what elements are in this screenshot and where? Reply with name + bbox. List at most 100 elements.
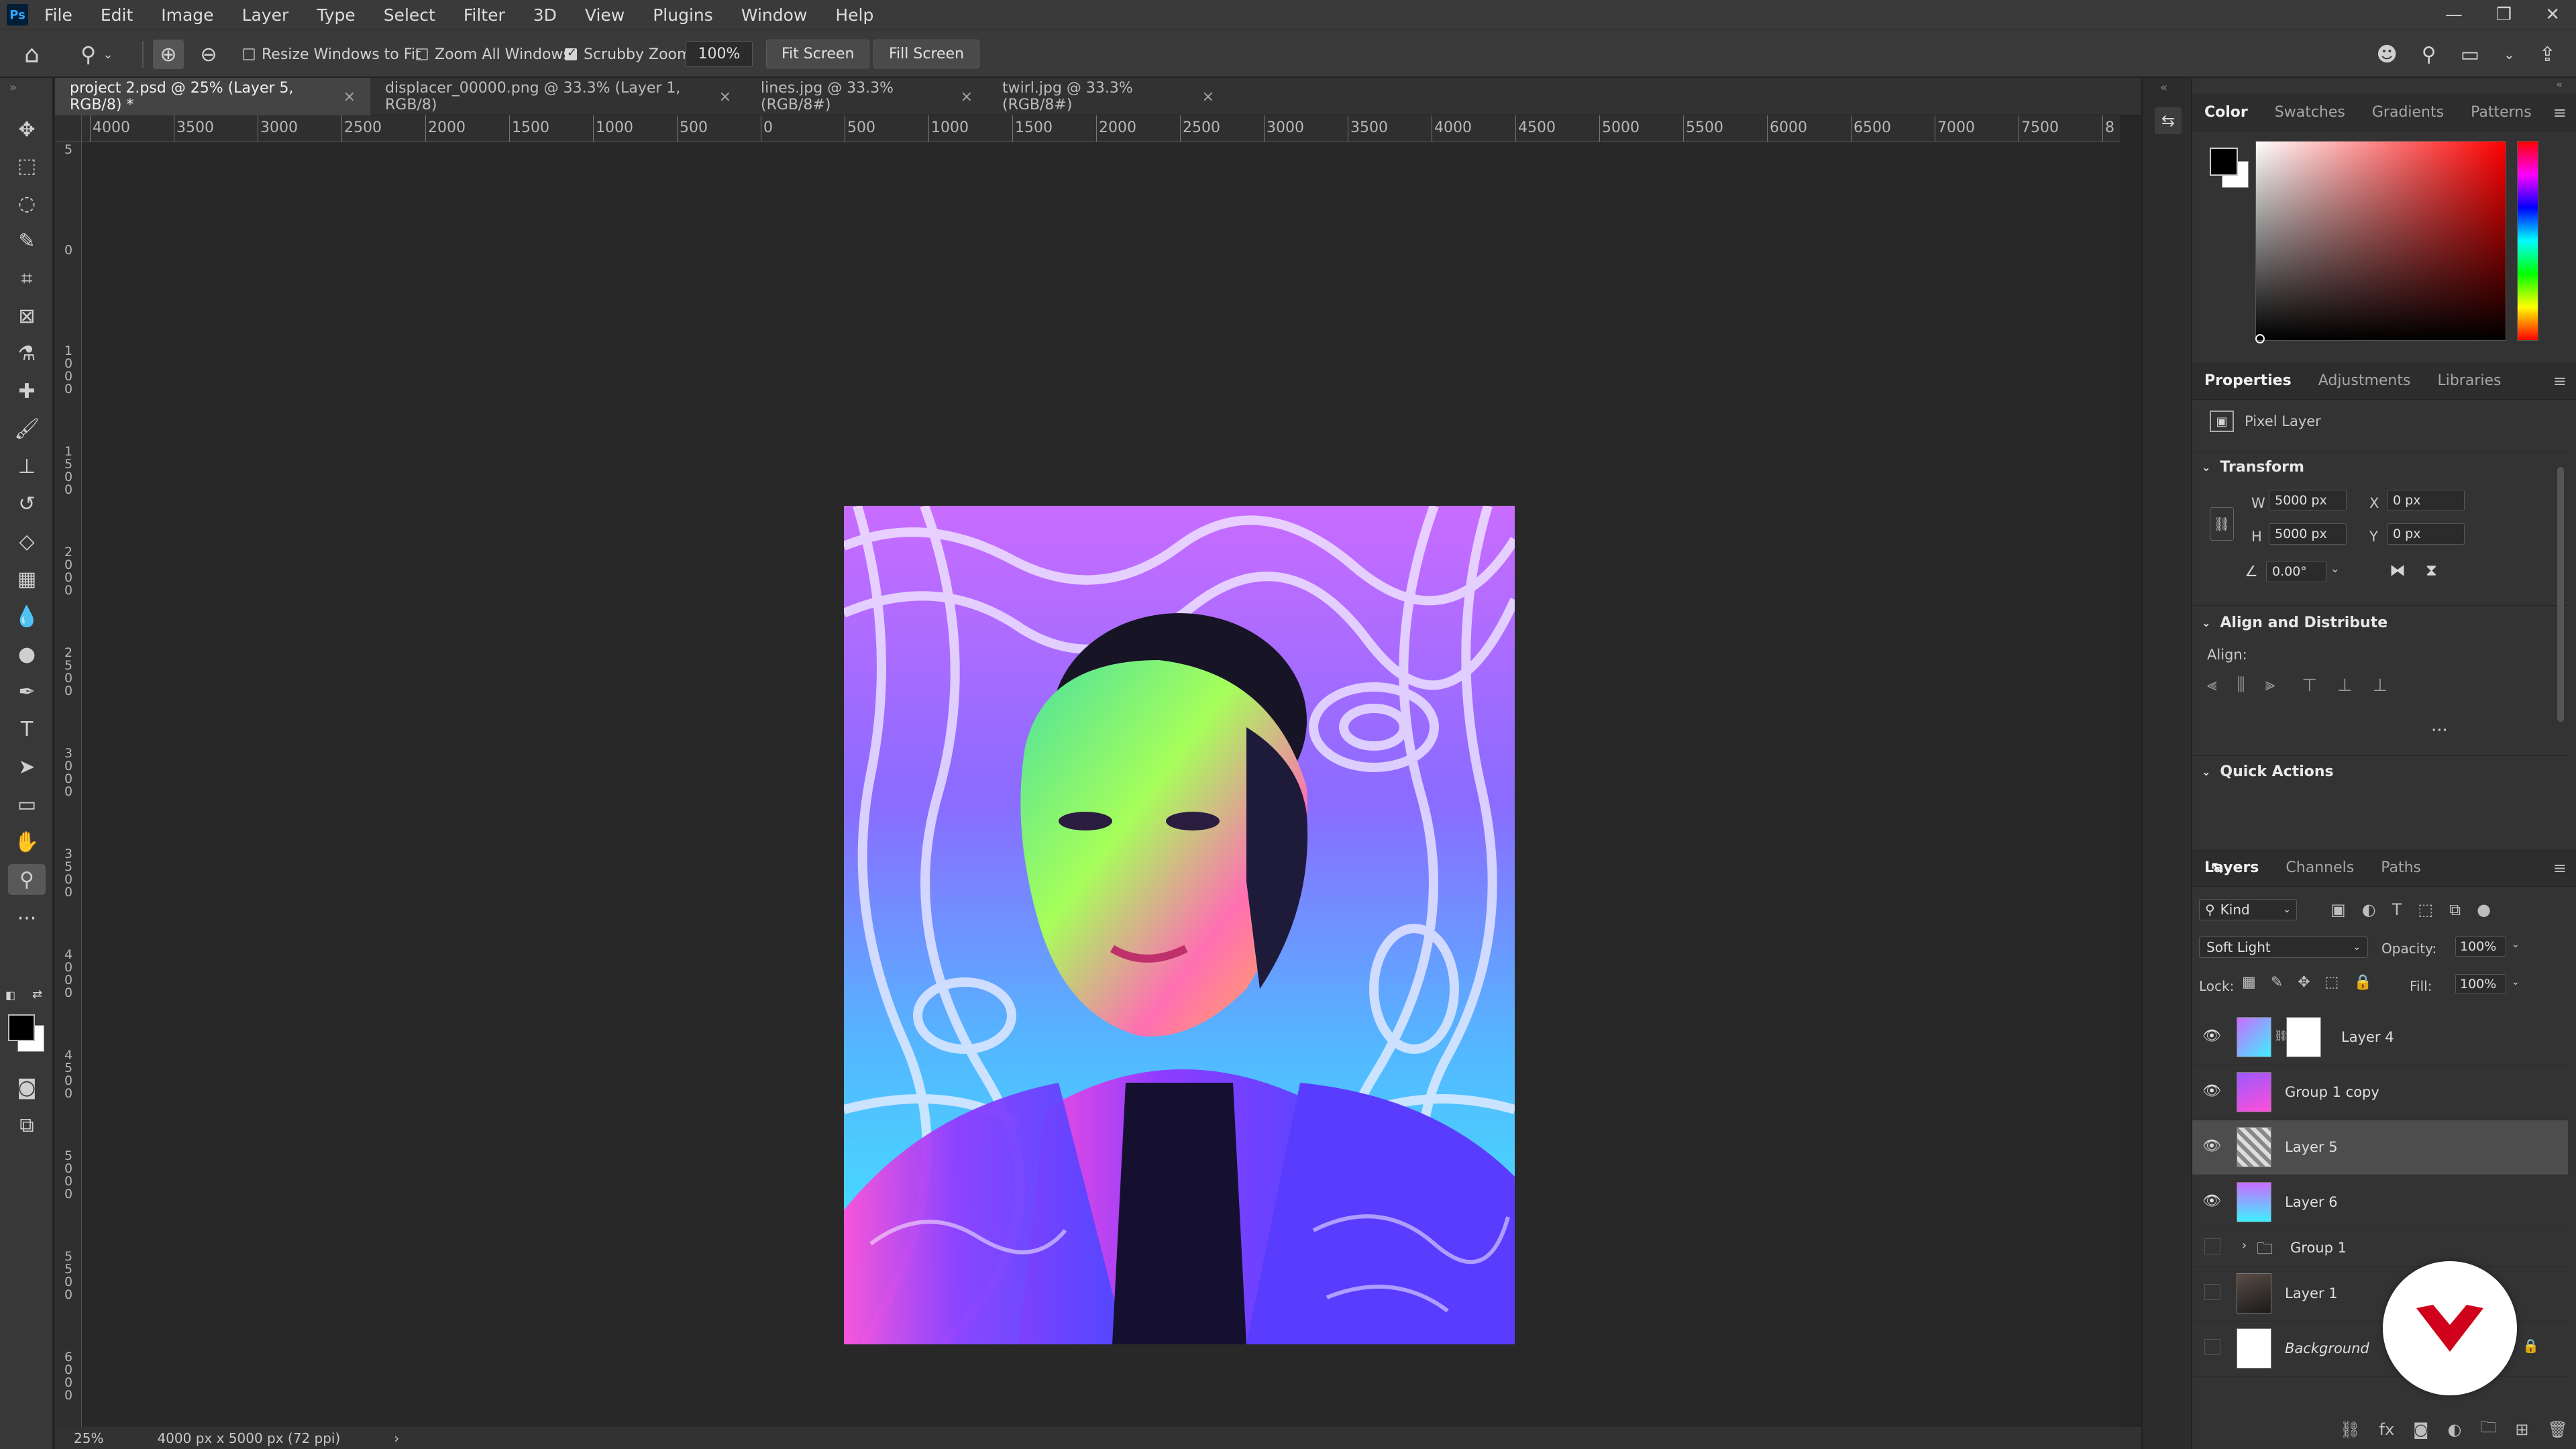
menu-plugins[interactable]: Plugins [653, 5, 713, 25]
tab-gradients[interactable]: Gradients [2372, 104, 2444, 121]
blur-tool-icon[interactable]: 💧 [8, 601, 46, 632]
layer-row-group-1-copy[interactable]: 👁 Group 1 copy [2192, 1065, 2568, 1120]
tab-displacer[interactable]: displacer_00000.png @ 33.3% (Layer 1, RG… [370, 78, 746, 115]
new-layer-icon[interactable]: ⊞ [2515, 1420, 2528, 1439]
tab-color[interactable]: Color [2204, 104, 2248, 121]
more-options-icon[interactable]: ··· [2431, 720, 2448, 741]
x-field[interactable]: 0 px [2387, 490, 2465, 511]
layer-mask-thumbnail[interactable] [2286, 1017, 2321, 1057]
layer-row-layer-6[interactable]: 👁 Layer 6 [2192, 1175, 2568, 1230]
hue-slider[interactable] [2517, 141, 2538, 341]
zoom-out-icon[interactable]: ⊖ [193, 40, 224, 69]
zoom-tool-icon[interactable]: ⚲ [8, 864, 46, 895]
lock-artboard-icon[interactable]: ⬚ [2325, 974, 2339, 991]
lock-all-icon[interactable]: 🔒 [2353, 974, 2371, 991]
default-colors-icon[interactable]: ◧ [5, 989, 15, 1002]
menu-layer[interactable]: Layer [242, 5, 289, 25]
color-foreground-swatch[interactable] [2210, 148, 2238, 176]
eyedropper-tool-icon[interactable]: ⚗ [8, 338, 46, 369]
gradient-tool-icon[interactable]: ▦ [8, 564, 46, 594]
lock-image-icon[interactable]: ✎ [2271, 974, 2283, 991]
chevron-down-icon[interactable]: ⌄ [2504, 46, 2515, 62]
y-field[interactable]: 0 px [2387, 523, 2465, 545]
restore-icon[interactable]: ❐ [2496, 5, 2512, 25]
status-zoom[interactable]: 25% [74, 1430, 103, 1446]
visibility-toggle[interactable] [2204, 1339, 2220, 1355]
path-selection-tool-icon[interactable]: ➤ [8, 751, 46, 782]
menu-help[interactable]: Help [835, 5, 873, 25]
filter-toggle-icon[interactable]: ● [2477, 900, 2491, 919]
resize-windows-checkbox[interactable] [243, 48, 255, 60]
history-panel-icon[interactable]: ⇆ [2155, 107, 2182, 134]
tab-libraries[interactable]: Libraries [2437, 372, 2501, 389]
tab-project-2[interactable]: project 2.psd @ 25% (Layer 5, RGB/8) * × [55, 78, 370, 115]
dodge-tool-icon[interactable]: ● [8, 639, 46, 669]
link-proportions-icon[interactable]: ⛓ [2210, 507, 2234, 541]
pen-tool-icon[interactable]: ✒ [8, 676, 46, 707]
clone-stamp-tool-icon[interactable]: ⊥ [8, 451, 46, 482]
rectangle-tool-icon[interactable]: ▭ [8, 789, 46, 820]
brush-tool-icon[interactable]: 🖌 [8, 413, 46, 444]
close-tab-icon[interactable]: × [343, 89, 356, 105]
flip-vertical-icon[interactable]: ⧗ [2426, 561, 2437, 580]
menu-3d[interactable]: 3D [533, 5, 557, 25]
expand-toolbar-icon[interactable]: » [9, 80, 17, 95]
layer-row-layer-5[interactable]: 👁 Layer 5 [2192, 1120, 2568, 1175]
menu-type[interactable]: Type [317, 5, 355, 25]
menu-edit[interactable]: Edit [101, 5, 133, 25]
crop-tool-icon[interactable]: ⌗ [8, 263, 46, 294]
type-tool-icon[interactable]: T [8, 714, 46, 745]
eye-icon[interactable]: 👁 [2202, 1028, 2222, 1044]
lasso-tool-icon[interactable]: ◌ [8, 188, 46, 219]
layer-row-layer-4[interactable]: 👁 ⛓ Layer 4 [2192, 1010, 2568, 1065]
foreground-color-swatch[interactable] [8, 1014, 35, 1041]
zoom-value-field[interactable]: 100% [686, 41, 753, 67]
menu-image[interactable]: Image [161, 5, 213, 25]
workspace-icon[interactable]: ▭ [2461, 43, 2479, 66]
fill-dropdown-icon[interactable]: ⌄ [2512, 977, 2520, 987]
close-window-icon[interactable]: ✕ [2545, 5, 2560, 25]
color-picker-handle[interactable] [2255, 334, 2265, 343]
fx-icon[interactable]: fx [2379, 1420, 2395, 1439]
layer-row-group-1[interactable]: › 🗀 Group 1 [2192, 1230, 2568, 1267]
link-layers-icon[interactable]: ⛓ [2340, 1420, 2360, 1439]
home-icon[interactable]: ⌂ [24, 30, 40, 78]
properties-scrollbar[interactable] [2557, 467, 2564, 722]
fit-screen-button[interactable]: Fit Screen [766, 40, 870, 68]
edit-toolbar-icon[interactable]: ··· [8, 903, 46, 934]
fill-screen-button[interactable]: Fill Screen [873, 40, 980, 68]
panel-menu-icon[interactable]: ≡ [2553, 859, 2567, 877]
filter-pixel-icon[interactable]: ▣ [2330, 900, 2346, 919]
healing-brush-tool-icon[interactable]: ✚ [8, 376, 46, 407]
blend-mode-select[interactable]: Soft Light ⌄ [2199, 936, 2368, 958]
history-brush-tool-icon[interactable]: ↺ [8, 488, 46, 519]
chevron-right-icon[interactable]: › [2242, 1238, 2247, 1252]
eraser-tool-icon[interactable]: ◇ [8, 526, 46, 557]
quick-selection-tool-icon[interactable]: ✎ [8, 225, 46, 256]
panel-menu-icon[interactable]: ≡ [2553, 103, 2567, 122]
trash-icon[interactable]: 🗑 [2548, 1420, 2568, 1439]
search-icon[interactable]: ⚲ [2422, 43, 2436, 66]
quick-mask-icon[interactable]: ◙ [8, 1072, 46, 1103]
color-field[interactable] [2255, 141, 2506, 341]
close-tab-icon[interactable]: × [961, 89, 973, 105]
ruler-vertical[interactable]: 5 0 1000 1500 2000 2500 3000 3500 4000 4500 5000 55… [55, 142, 82, 1427]
visibility-toggle[interactable] [2204, 1284, 2220, 1300]
swap-colors-icon[interactable]: ⇄ [32, 987, 42, 1002]
eye-icon[interactable]: 👁 [2202, 1138, 2222, 1155]
tab-twirl[interactable]: twirl.jpg @ 33.3% (RGB/8#) × [987, 78, 1229, 115]
adjustment-layer-icon[interactable]: ◐ [2447, 1420, 2461, 1439]
new-group-icon[interactable]: 🗀 [2480, 1415, 2496, 1443]
filter-adjustment-icon[interactable]: ◐ [2362, 900, 2376, 919]
lock-position-icon[interactable]: ✥ [2298, 974, 2310, 991]
panel-collapse-bar[interactable]: « [2192, 78, 2576, 94]
scrubby-zoom-option[interactable]: Scrubby Zoom [565, 30, 691, 78]
minimize-icon[interactable]: — [2445, 5, 2463, 25]
filter-type-icon[interactable]: T [2392, 900, 2402, 919]
align-bottom-icon[interactable]: ⊥ [2373, 676, 2388, 696]
scrubby-zoom-checkbox[interactable] [565, 46, 577, 60]
menu-file[interactable]: File [44, 5, 72, 25]
marquee-tool-icon[interactable]: ⬚ [8, 150, 46, 181]
align-center-h-icon[interactable]: ⫼ [2237, 675, 2245, 696]
lock-transparency-icon[interactable]: ▦ [2242, 974, 2256, 991]
